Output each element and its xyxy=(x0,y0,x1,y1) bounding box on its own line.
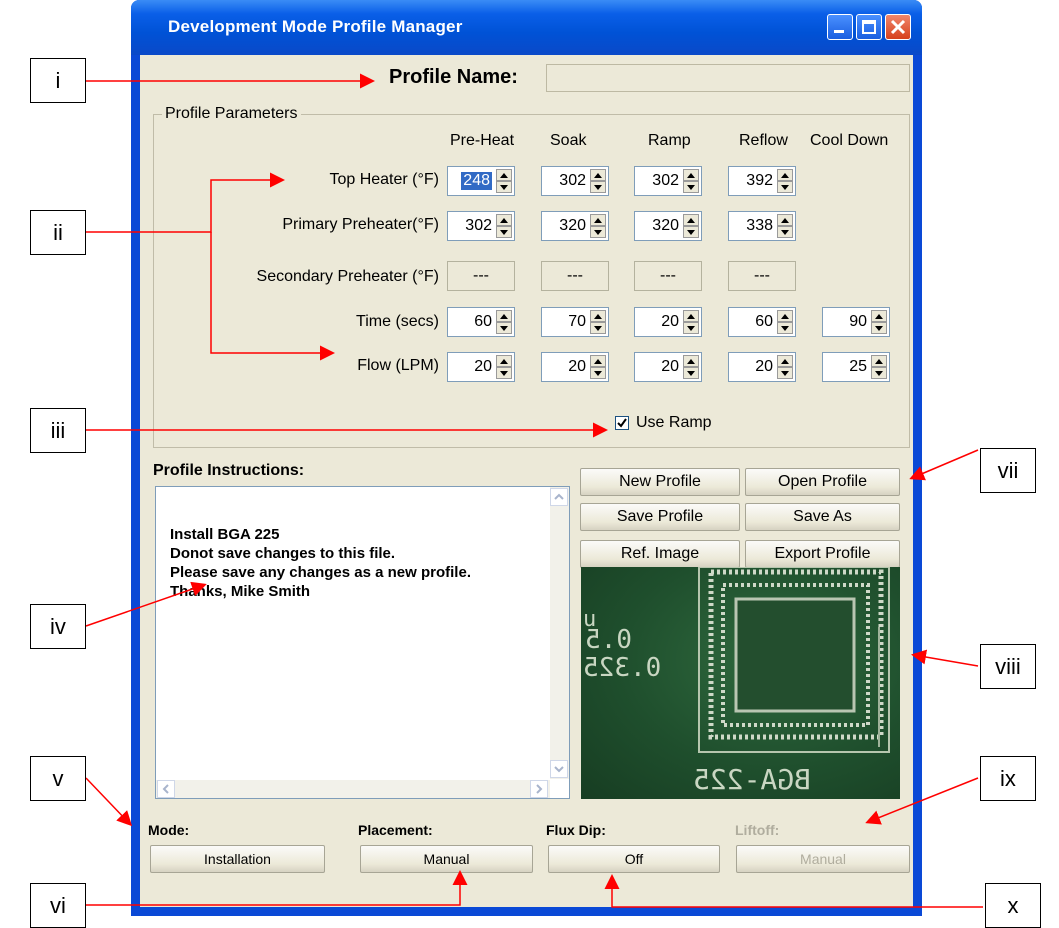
callout-arrow-ix xyxy=(865,777,979,825)
callout-label-ix: ix xyxy=(980,756,1036,801)
callout-arrows xyxy=(85,73,983,908)
callout-label-viii: viii xyxy=(980,644,1036,689)
callout-label-x: x xyxy=(985,883,1041,928)
callout-arrow-ii-top xyxy=(86,172,285,233)
callout-arrow-viii xyxy=(911,649,979,667)
callout-label-iv: iv xyxy=(30,604,86,649)
callout-arrow-ii-bottom xyxy=(210,232,335,361)
callout-label-vii: vii xyxy=(980,448,1036,493)
callout-arrow-iv xyxy=(85,581,207,627)
callout-arrow-x xyxy=(604,874,983,908)
callout-label-vi: vi xyxy=(30,883,86,928)
callout-label-i: i xyxy=(30,58,86,103)
callout-arrow-vi xyxy=(86,870,468,906)
callout-arrow-vii xyxy=(909,449,979,481)
callout-label-ii: ii xyxy=(30,210,86,255)
callout-arrow-v xyxy=(85,777,133,827)
callout-label-v: v xyxy=(30,756,86,801)
callout-label-iii: iii xyxy=(30,408,86,453)
